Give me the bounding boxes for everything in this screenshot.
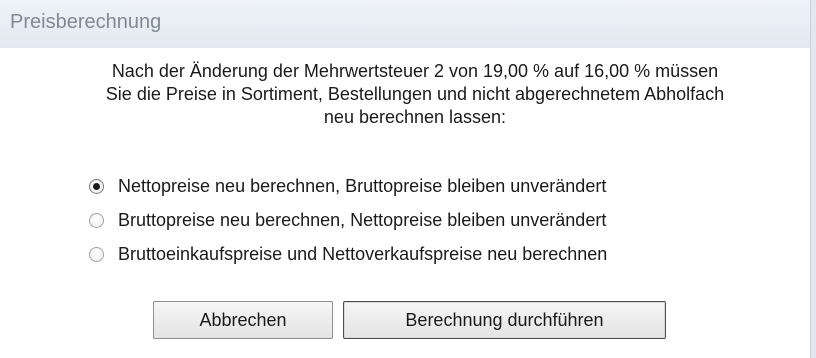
option-label[interactable]: Bruttoeinkaufspreise und Nettoverkaufspr…: [118, 244, 607, 265]
radio-button[interactable]: [89, 246, 104, 262]
info-message: Nach der Änderung der Mehrwertsteuer 2 v…: [30, 60, 800, 129]
option-label[interactable]: Bruttopreise neu berechnen, Nettopreise …: [118, 210, 606, 231]
option-net-prices[interactable]: Nettopreise neu berechnen, Bruttopreise …: [89, 174, 606, 198]
radio-button[interactable]: [89, 178, 104, 194]
window-border: [810, 0, 816, 358]
message-line: Sie die Preise in Sortiment, Bestellunge…: [105, 84, 725, 104]
run-calculation-button[interactable]: Berechnung durchführen: [343, 301, 666, 339]
window-title: Preisberechnung: [10, 11, 162, 33]
title-bar[interactable]: Preisberechnung: [0, 0, 816, 48]
message-line: Nach der Änderung der Mehrwertsteuer 2 v…: [111, 61, 719, 81]
dialog-window: Preisberechnung Nach der Änderung der Me…: [0, 0, 816, 358]
option-label[interactable]: Nettopreise neu berechnen, Bruttopreise …: [118, 176, 606, 197]
radio-button[interactable]: [89, 212, 104, 228]
cancel-button[interactable]: Abbrechen: [153, 301, 333, 339]
option-gross-prices[interactable]: Bruttopreise neu berechnen, Nettopreise …: [89, 208, 606, 232]
message-line: neu berechnen lassen:: [323, 107, 507, 127]
option-gross-purchase-net-sales[interactable]: Bruttoeinkaufspreise und Nettoverkaufspr…: [89, 242, 607, 266]
